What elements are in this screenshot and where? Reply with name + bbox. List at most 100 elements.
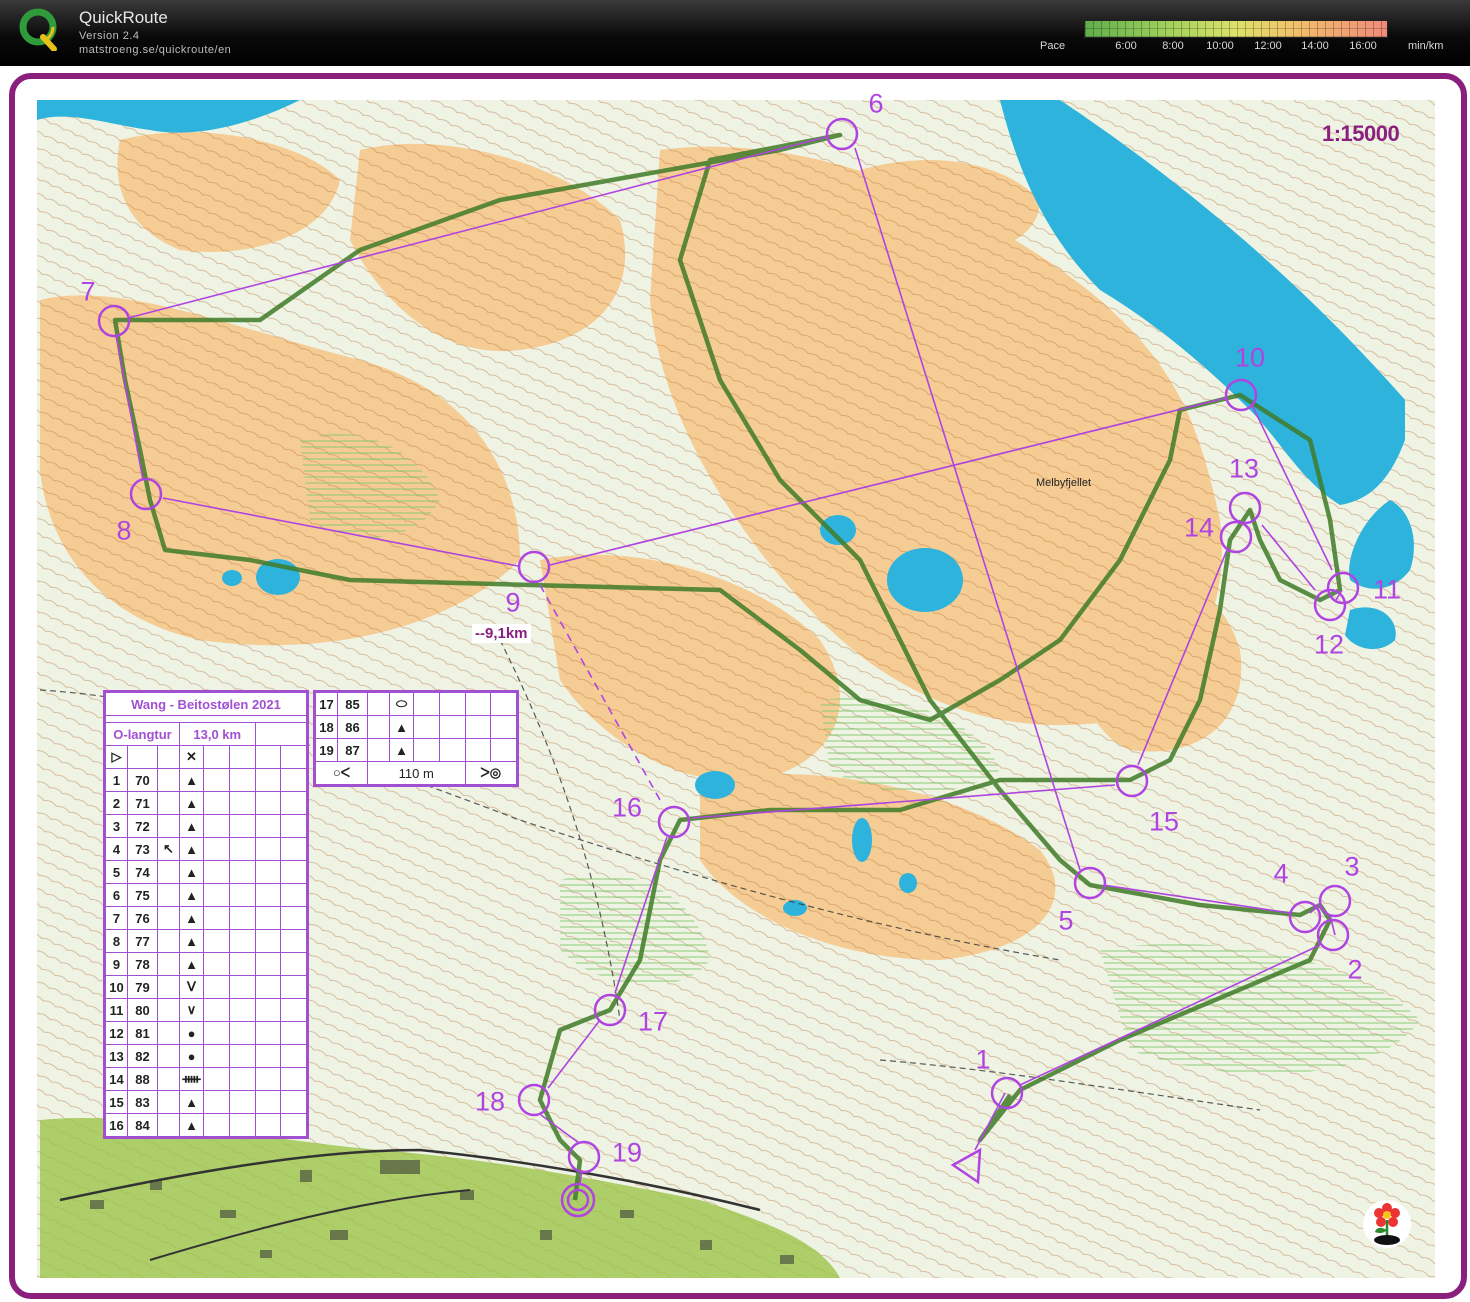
club-logo-icon (1363, 1200, 1411, 1248)
empty-cell (254, 952, 282, 976)
cross-icon: ✕ (179, 745, 204, 769)
description-row: 12 81 ● (105, 1021, 307, 1045)
empty-cell (464, 692, 492, 716)
control-order: 3 (105, 814, 128, 838)
empty-cell (413, 738, 440, 762)
pace-color-scale (1084, 20, 1388, 38)
empty-cell (203, 1067, 230, 1091)
description-row: 3 72 ▲ (105, 814, 307, 838)
control-number: 6 (868, 88, 884, 119)
pace-tick: 10:00 (1206, 40, 1234, 52)
pace-tick: 16:00 (1349, 40, 1377, 52)
empty-cell (228, 883, 256, 907)
arrow-nw-icon: ↖ (157, 837, 180, 861)
empty-cell (280, 837, 307, 861)
description-row: 19 87 ▲ (315, 738, 517, 762)
empty-cell (228, 952, 256, 976)
triangle-icon: ▲ (179, 768, 204, 792)
empty-cell (203, 860, 230, 884)
empty-cell (203, 906, 230, 930)
empty-cell (203, 837, 230, 861)
control-number: 13 (1228, 453, 1260, 484)
triangle-icon: ▲ (179, 1113, 204, 1137)
event-name: Wang - Beitostølen 2021 (105, 692, 307, 716)
control-order: 14 (105, 1067, 128, 1091)
empty-cell (413, 715, 440, 739)
empty-cell (203, 768, 230, 792)
class-name: O-langtur (105, 722, 180, 746)
finish-from-control-icon: ○ᐸ (315, 761, 368, 785)
control-number: 10 (1234, 342, 1266, 373)
control-number: 11 (1372, 574, 1402, 605)
control-code: 72 (127, 814, 158, 838)
empty-cell (438, 738, 466, 762)
empty-cell (157, 1021, 180, 1045)
map-scale: 1:15000 (1322, 121, 1400, 146)
empty-cell (254, 975, 282, 999)
description-row: 11 80 ∨ (105, 998, 307, 1022)
control-order: 13 (105, 1044, 128, 1068)
description-row: 6 75 ▲ (105, 883, 307, 907)
empty-cell (367, 738, 390, 762)
app-url[interactable]: matstroeng.se/quickroute/en (79, 44, 231, 56)
empty-cell (254, 883, 282, 907)
empty-cell (280, 906, 307, 930)
place-name: Melbyfjellet (1036, 477, 1092, 489)
empty-cell (203, 998, 230, 1022)
description-row: 18 86 ▲ (315, 715, 517, 739)
quickroute-logo-icon (19, 8, 57, 51)
empty-cell (157, 906, 180, 930)
leg-distance-label: --9,1km (472, 624, 531, 643)
empty-cell (228, 975, 256, 999)
empty-cell (280, 1021, 307, 1045)
start-triangle-icon: ▷ (105, 745, 128, 769)
empty-cell (254, 768, 282, 792)
empty-cell (254, 906, 282, 930)
empty-cell (490, 715, 517, 739)
control-order: 5 (105, 860, 128, 884)
control-code: 70 (127, 768, 158, 792)
triangle-icon: ▲ (179, 791, 204, 815)
empty-cell (203, 952, 230, 976)
empty-cell (280, 975, 307, 999)
control-code: 82 (127, 1044, 158, 1068)
control-code: 73 (127, 837, 158, 861)
pace-tick: 6:00 (1115, 40, 1137, 52)
control-number: 9 (505, 587, 521, 618)
control-order: 16 (105, 1113, 128, 1137)
empty-cell (254, 1090, 282, 1114)
empty-cell (157, 883, 180, 907)
empty-cell (228, 1113, 256, 1137)
empty-cell (228, 837, 256, 861)
description-row: 8 77 ▲ (105, 929, 307, 953)
triangle-icon: ▲ (389, 715, 414, 739)
control-code: 80 (127, 998, 158, 1022)
empty-cell (157, 975, 180, 999)
control-number: 12 (1313, 629, 1345, 660)
empty-cell (228, 1090, 256, 1114)
empty-cell (157, 1113, 180, 1137)
triangle-icon: ▲ (179, 837, 204, 861)
control-code: 86 (337, 715, 368, 739)
description-row: 5 74 ▲ (105, 860, 307, 884)
triangle-icon: ▲ (179, 952, 204, 976)
empty-cell (157, 814, 180, 838)
control-order: 6 (105, 883, 128, 907)
control-number: 4 (1273, 858, 1289, 889)
empty-cell (203, 929, 230, 953)
empty-cell (490, 692, 517, 716)
control-code: 78 (127, 952, 158, 976)
description-row: 13 82 ● (105, 1044, 307, 1068)
control-number: 14 (1183, 512, 1215, 543)
empty-cell (254, 791, 282, 815)
empty-cell (413, 692, 440, 716)
dot-icon: ● (179, 1044, 204, 1068)
empty-cell (438, 692, 466, 716)
empty-cell (228, 768, 256, 792)
description-row: 4 73 ↖ ▲ (105, 837, 307, 861)
empty-cell (228, 1021, 256, 1045)
control-order: 11 (105, 998, 128, 1022)
control-code: 76 (127, 906, 158, 930)
empty-cell (157, 860, 180, 884)
empty-cell (367, 715, 390, 739)
